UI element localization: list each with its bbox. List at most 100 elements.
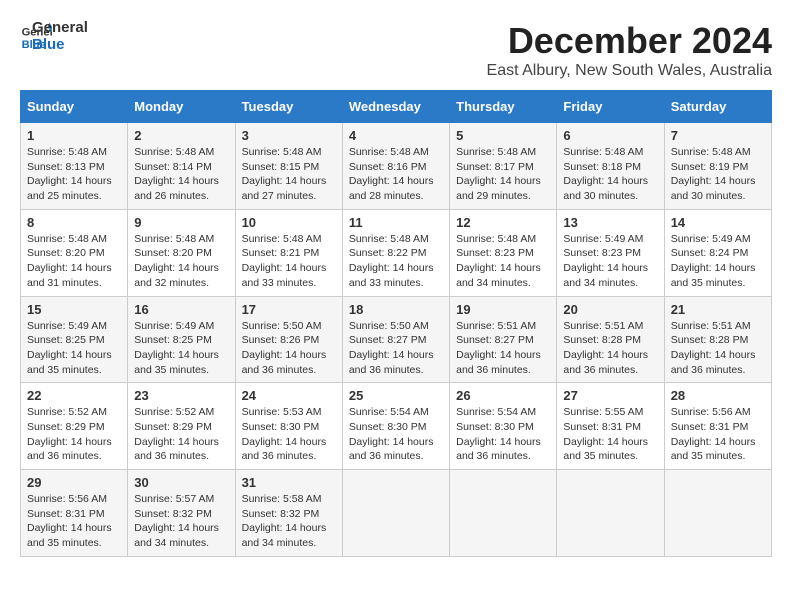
day-info: Sunrise: 5:48 AMSunset: 8:21 PMDaylight:… — [242, 233, 327, 289]
day-info: Sunrise: 5:51 AMSunset: 8:28 PMDaylight:… — [563, 320, 648, 376]
day-number: 10 — [242, 215, 336, 230]
day-info: Sunrise: 5:52 AMSunset: 8:29 PMDaylight:… — [27, 406, 112, 462]
day-info: Sunrise: 5:56 AMSunset: 8:31 PMDaylight:… — [27, 493, 112, 549]
header-row: SundayMondayTuesdayWednesdayThursdayFrid… — [21, 91, 772, 123]
calendar-cell: 27 Sunrise: 5:55 AMSunset: 8:31 PMDaylig… — [557, 383, 664, 470]
day-number: 30 — [134, 475, 228, 490]
calendar-cell: 13 Sunrise: 5:49 AMSunset: 8:23 PMDaylig… — [557, 209, 664, 296]
day-number: 27 — [563, 388, 657, 403]
day-info: Sunrise: 5:48 AMSunset: 8:16 PMDaylight:… — [349, 146, 434, 202]
calendar-cell: 15 Sunrise: 5:49 AMSunset: 8:25 PMDaylig… — [21, 296, 128, 383]
day-number: 1 — [27, 128, 121, 143]
calendar-week-5: 29 Sunrise: 5:56 AMSunset: 8:31 PMDaylig… — [21, 470, 772, 557]
calendar-cell: 4 Sunrise: 5:48 AMSunset: 8:16 PMDayligh… — [342, 123, 449, 210]
calendar-cell: 24 Sunrise: 5:53 AMSunset: 8:30 PMDaylig… — [235, 383, 342, 470]
calendar-cell: 22 Sunrise: 5:52 AMSunset: 8:29 PMDaylig… — [21, 383, 128, 470]
day-info: Sunrise: 5:48 AMSunset: 8:20 PMDaylight:… — [134, 233, 219, 289]
calendar-cell: 6 Sunrise: 5:48 AMSunset: 8:18 PMDayligh… — [557, 123, 664, 210]
header-friday: Friday — [557, 91, 664, 123]
day-info: Sunrise: 5:48 AMSunset: 8:17 PMDaylight:… — [456, 146, 541, 202]
calendar-title: December 2024 — [487, 20, 772, 62]
day-info: Sunrise: 5:49 AMSunset: 8:23 PMDaylight:… — [563, 233, 648, 289]
day-info: Sunrise: 5:58 AMSunset: 8:32 PMDaylight:… — [242, 493, 327, 549]
logo-blue: Blue — [32, 37, 88, 54]
day-info: Sunrise: 5:49 AMSunset: 8:24 PMDaylight:… — [671, 233, 756, 289]
calendar-cell: 20 Sunrise: 5:51 AMSunset: 8:28 PMDaylig… — [557, 296, 664, 383]
calendar-week-1: 1 Sunrise: 5:48 AMSunset: 8:13 PMDayligh… — [21, 123, 772, 210]
logo: General Blue General Blue — [20, 20, 88, 53]
day-info: Sunrise: 5:57 AMSunset: 8:32 PMDaylight:… — [134, 493, 219, 549]
calendar-cell — [557, 470, 664, 557]
calendar-week-4: 22 Sunrise: 5:52 AMSunset: 8:29 PMDaylig… — [21, 383, 772, 470]
day-number: 8 — [27, 215, 121, 230]
day-number: 18 — [349, 302, 443, 317]
calendar-cell: 23 Sunrise: 5:52 AMSunset: 8:29 PMDaylig… — [128, 383, 235, 470]
day-info: Sunrise: 5:55 AMSunset: 8:31 PMDaylight:… — [563, 406, 648, 462]
calendar-cell: 25 Sunrise: 5:54 AMSunset: 8:30 PMDaylig… — [342, 383, 449, 470]
calendar-cell: 30 Sunrise: 5:57 AMSunset: 8:32 PMDaylig… — [128, 470, 235, 557]
day-number: 25 — [349, 388, 443, 403]
logo-general: General — [32, 20, 88, 37]
day-number: 29 — [27, 475, 121, 490]
calendar-cell — [450, 470, 557, 557]
day-number: 19 — [456, 302, 550, 317]
day-number: 12 — [456, 215, 550, 230]
day-number: 5 — [456, 128, 550, 143]
calendar-cell: 16 Sunrise: 5:49 AMSunset: 8:25 PMDaylig… — [128, 296, 235, 383]
day-info: Sunrise: 5:48 AMSunset: 8:23 PMDaylight:… — [456, 233, 541, 289]
calendar-cell: 7 Sunrise: 5:48 AMSunset: 8:19 PMDayligh… — [664, 123, 771, 210]
day-number: 9 — [134, 215, 228, 230]
day-number: 14 — [671, 215, 765, 230]
calendar-cell: 14 Sunrise: 5:49 AMSunset: 8:24 PMDaylig… — [664, 209, 771, 296]
header: General Blue General Blue December 2024 … — [20, 20, 772, 80]
calendar-cell: 26 Sunrise: 5:54 AMSunset: 8:30 PMDaylig… — [450, 383, 557, 470]
day-number: 2 — [134, 128, 228, 143]
calendar-cell: 19 Sunrise: 5:51 AMSunset: 8:27 PMDaylig… — [450, 296, 557, 383]
day-info: Sunrise: 5:51 AMSunset: 8:27 PMDaylight:… — [456, 320, 541, 376]
header-wednesday: Wednesday — [342, 91, 449, 123]
calendar-cell: 21 Sunrise: 5:51 AMSunset: 8:28 PMDaylig… — [664, 296, 771, 383]
day-info: Sunrise: 5:53 AMSunset: 8:30 PMDaylight:… — [242, 406, 327, 462]
day-info: Sunrise: 5:49 AMSunset: 8:25 PMDaylight:… — [134, 320, 219, 376]
day-info: Sunrise: 5:52 AMSunset: 8:29 PMDaylight:… — [134, 406, 219, 462]
day-info: Sunrise: 5:48 AMSunset: 8:18 PMDaylight:… — [563, 146, 648, 202]
day-info: Sunrise: 5:50 AMSunset: 8:27 PMDaylight:… — [349, 320, 434, 376]
day-number: 23 — [134, 388, 228, 403]
day-info: Sunrise: 5:48 AMSunset: 8:20 PMDaylight:… — [27, 233, 112, 289]
calendar-cell: 3 Sunrise: 5:48 AMSunset: 8:15 PMDayligh… — [235, 123, 342, 210]
day-info: Sunrise: 5:54 AMSunset: 8:30 PMDaylight:… — [456, 406, 541, 462]
day-number: 24 — [242, 388, 336, 403]
calendar-cell: 10 Sunrise: 5:48 AMSunset: 8:21 PMDaylig… — [235, 209, 342, 296]
calendar-cell: 12 Sunrise: 5:48 AMSunset: 8:23 PMDaylig… — [450, 209, 557, 296]
day-number: 20 — [563, 302, 657, 317]
header-thursday: Thursday — [450, 91, 557, 123]
day-info: Sunrise: 5:49 AMSunset: 8:25 PMDaylight:… — [27, 320, 112, 376]
day-info: Sunrise: 5:51 AMSunset: 8:28 PMDaylight:… — [671, 320, 756, 376]
day-number: 6 — [563, 128, 657, 143]
calendar-cell: 28 Sunrise: 5:56 AMSunset: 8:31 PMDaylig… — [664, 383, 771, 470]
calendar-week-3: 15 Sunrise: 5:49 AMSunset: 8:25 PMDaylig… — [21, 296, 772, 383]
calendar-cell: 17 Sunrise: 5:50 AMSunset: 8:26 PMDaylig… — [235, 296, 342, 383]
day-info: Sunrise: 5:48 AMSunset: 8:13 PMDaylight:… — [27, 146, 112, 202]
calendar-cell: 1 Sunrise: 5:48 AMSunset: 8:13 PMDayligh… — [21, 123, 128, 210]
calendar-cell: 2 Sunrise: 5:48 AMSunset: 8:14 PMDayligh… — [128, 123, 235, 210]
day-number: 11 — [349, 215, 443, 230]
day-number: 7 — [671, 128, 765, 143]
day-info: Sunrise: 5:56 AMSunset: 8:31 PMDaylight:… — [671, 406, 756, 462]
day-info: Sunrise: 5:48 AMSunset: 8:19 PMDaylight:… — [671, 146, 756, 202]
calendar-cell: 5 Sunrise: 5:48 AMSunset: 8:17 PMDayligh… — [450, 123, 557, 210]
header-sunday: Sunday — [21, 91, 128, 123]
day-info: Sunrise: 5:50 AMSunset: 8:26 PMDaylight:… — [242, 320, 327, 376]
day-number: 28 — [671, 388, 765, 403]
calendar-cell — [342, 470, 449, 557]
day-number: 16 — [134, 302, 228, 317]
calendar-cell: 18 Sunrise: 5:50 AMSunset: 8:27 PMDaylig… — [342, 296, 449, 383]
day-info: Sunrise: 5:48 AMSunset: 8:14 PMDaylight:… — [134, 146, 219, 202]
day-number: 3 — [242, 128, 336, 143]
calendar-cell: 8 Sunrise: 5:48 AMSunset: 8:20 PMDayligh… — [21, 209, 128, 296]
day-info: Sunrise: 5:48 AMSunset: 8:22 PMDaylight:… — [349, 233, 434, 289]
calendar-cell: 11 Sunrise: 5:48 AMSunset: 8:22 PMDaylig… — [342, 209, 449, 296]
header-tuesday: Tuesday — [235, 91, 342, 123]
calendar-subtitle: East Albury, New South Wales, Australia — [487, 62, 772, 80]
calendar-cell: 31 Sunrise: 5:58 AMSunset: 8:32 PMDaylig… — [235, 470, 342, 557]
